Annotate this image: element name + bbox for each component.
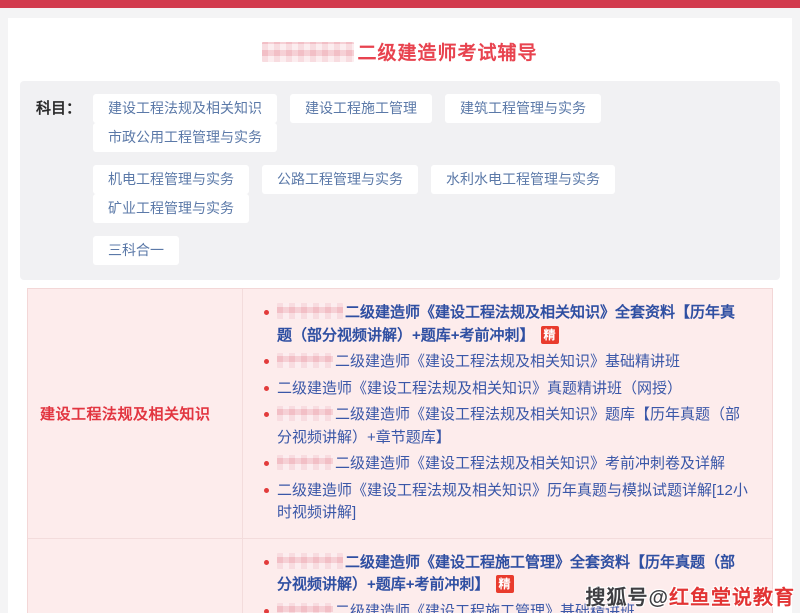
bullet-dot-icon xyxy=(264,461,269,466)
course-item-text: 二级建造师《建设工程法规及相关知识》题库【历年真题（部分视频讲解）+章节题库】 xyxy=(277,406,740,446)
course-items-cell: 二级建造师《建设工程法规及相关知识》全套资料【历年真题（部分视频讲解）+题库+考… xyxy=(243,289,772,538)
bullet-dot-icon xyxy=(264,412,269,417)
course-link-item[interactable]: 二级建造师《建设工程法规及相关知识》历年真题与模拟试题详解[12小时视频讲解] xyxy=(263,480,748,525)
course-item-text: 二级建造师《建设工程法规及相关知识》真题精讲班（网授） xyxy=(277,380,682,397)
redacted-year-blur xyxy=(277,603,333,613)
subjects-panel: 科目： 建设工程法规及相关知识建设工程施工管理建筑工程管理与实务市政公用工程管理… xyxy=(20,81,780,280)
course-link-item[interactable]: 二级建造师《建设工程法规及相关知识》基础精讲班 xyxy=(263,351,748,374)
bullet-dot-icon xyxy=(264,609,269,613)
bullet-dot-icon xyxy=(264,386,269,391)
course-link-item[interactable]: 二级建造师《建设工程法规及相关知识》题库【历年真题（部分视频讲解）+章节题库】 xyxy=(263,404,748,449)
course-link-item[interactable]: 二级建造师《建设工程法规及相关知识》考前冲刺卷及详解 xyxy=(263,453,748,476)
watermark-name: 红鱼堂说教育 xyxy=(669,587,795,609)
redacted-year-blur xyxy=(277,553,343,569)
watermark: 搜狐号@红鱼堂说教育 xyxy=(585,581,795,610)
redacted-year-blur xyxy=(277,353,333,368)
course-link-item[interactable]: 二级建造师《建设工程法规及相关知识》真题精讲班（网授） xyxy=(263,378,748,401)
watermark-prefix: 搜狐号@ xyxy=(585,587,669,609)
bullet-dot-icon xyxy=(264,488,269,493)
course-item-text: 二级建造师《建设工程法规及相关知识》历年真题与模拟试题详解[12小时视频讲解] xyxy=(277,482,748,522)
category-cell: 建设工程法规及相关知识 xyxy=(28,289,243,538)
subject-button[interactable]: 三科合一 xyxy=(93,236,179,265)
top-red-bar xyxy=(0,0,800,8)
category-cell: 建设工程施工管理 xyxy=(28,539,243,613)
subject-button-row: 三科合一 xyxy=(93,236,764,265)
redacted-year-blur xyxy=(277,303,343,319)
subject-button-row: 机电工程管理与实务公路工程管理与实务水利水电工程管理与实务矿业工程管理与实务 xyxy=(93,165,764,223)
redacted-year-blur xyxy=(262,42,354,62)
course-item-text: 二级建造师《建设工程法规及相关知识》全套资料【历年真题（部分视频讲解）+题库+考… xyxy=(277,304,735,344)
subject-button-rows: 建设工程法规及相关知识建设工程施工管理建筑工程管理与实务市政公用工程管理与实务机… xyxy=(93,94,764,278)
featured-badge: 精 xyxy=(541,326,559,344)
subject-button[interactable]: 机电工程管理与实务 xyxy=(93,165,249,194)
subject-button[interactable]: 矿业工程管理与实务 xyxy=(93,194,249,223)
subject-button[interactable]: 公路工程管理与实务 xyxy=(262,165,418,194)
subject-button-row: 建设工程法规及相关知识建设工程施工管理建筑工程管理与实务市政公用工程管理与实务 xyxy=(93,94,764,152)
course-item-text: 二级建造师《建设工程法规及相关知识》基础精讲班 xyxy=(335,353,680,370)
course-table: 建设工程法规及相关知识 二级建造师《建设工程法规及相关知识》全套资料【历年真题（… xyxy=(27,288,773,613)
content-card: 二级建造师考试辅导 科目： 建设工程法规及相关知识建设工程施工管理建筑工程管理与… xyxy=(8,18,792,613)
subject-button[interactable]: 建设工程法规及相关知识 xyxy=(93,94,277,123)
category-label: 建设工程法规及相关知识 xyxy=(40,403,211,424)
subject-button[interactable]: 市政公用工程管理与实务 xyxy=(93,123,277,152)
course-table-row: 建设工程法规及相关知识 二级建造师《建设工程法规及相关知识》全套资料【历年真题（… xyxy=(28,289,772,539)
subject-button[interactable]: 建设工程施工管理 xyxy=(290,94,432,123)
redacted-year-blur xyxy=(277,455,333,470)
page-title-text: 二级建造师考试辅导 xyxy=(357,43,537,64)
course-link-item[interactable]: 二级建造师《建设工程法规及相关知识》全套资料【历年真题（部分视频讲解）+题库+考… xyxy=(263,302,748,347)
subjects-label: 科目： xyxy=(36,94,81,123)
bullet-dot-icon xyxy=(264,310,269,315)
page-title: 二级建造师考试辅导 xyxy=(14,38,786,65)
bullet-dot-icon xyxy=(264,560,269,565)
subject-button[interactable]: 水利水电工程管理与实务 xyxy=(431,165,615,194)
redacted-year-blur xyxy=(277,406,333,421)
subject-button[interactable]: 建筑工程管理与实务 xyxy=(445,94,601,123)
course-item-text: 二级建造师《建设工程法规及相关知识》考前冲刺卷及详解 xyxy=(335,455,725,472)
featured-badge: 精 xyxy=(496,575,514,593)
bullet-dot-icon xyxy=(264,359,269,364)
